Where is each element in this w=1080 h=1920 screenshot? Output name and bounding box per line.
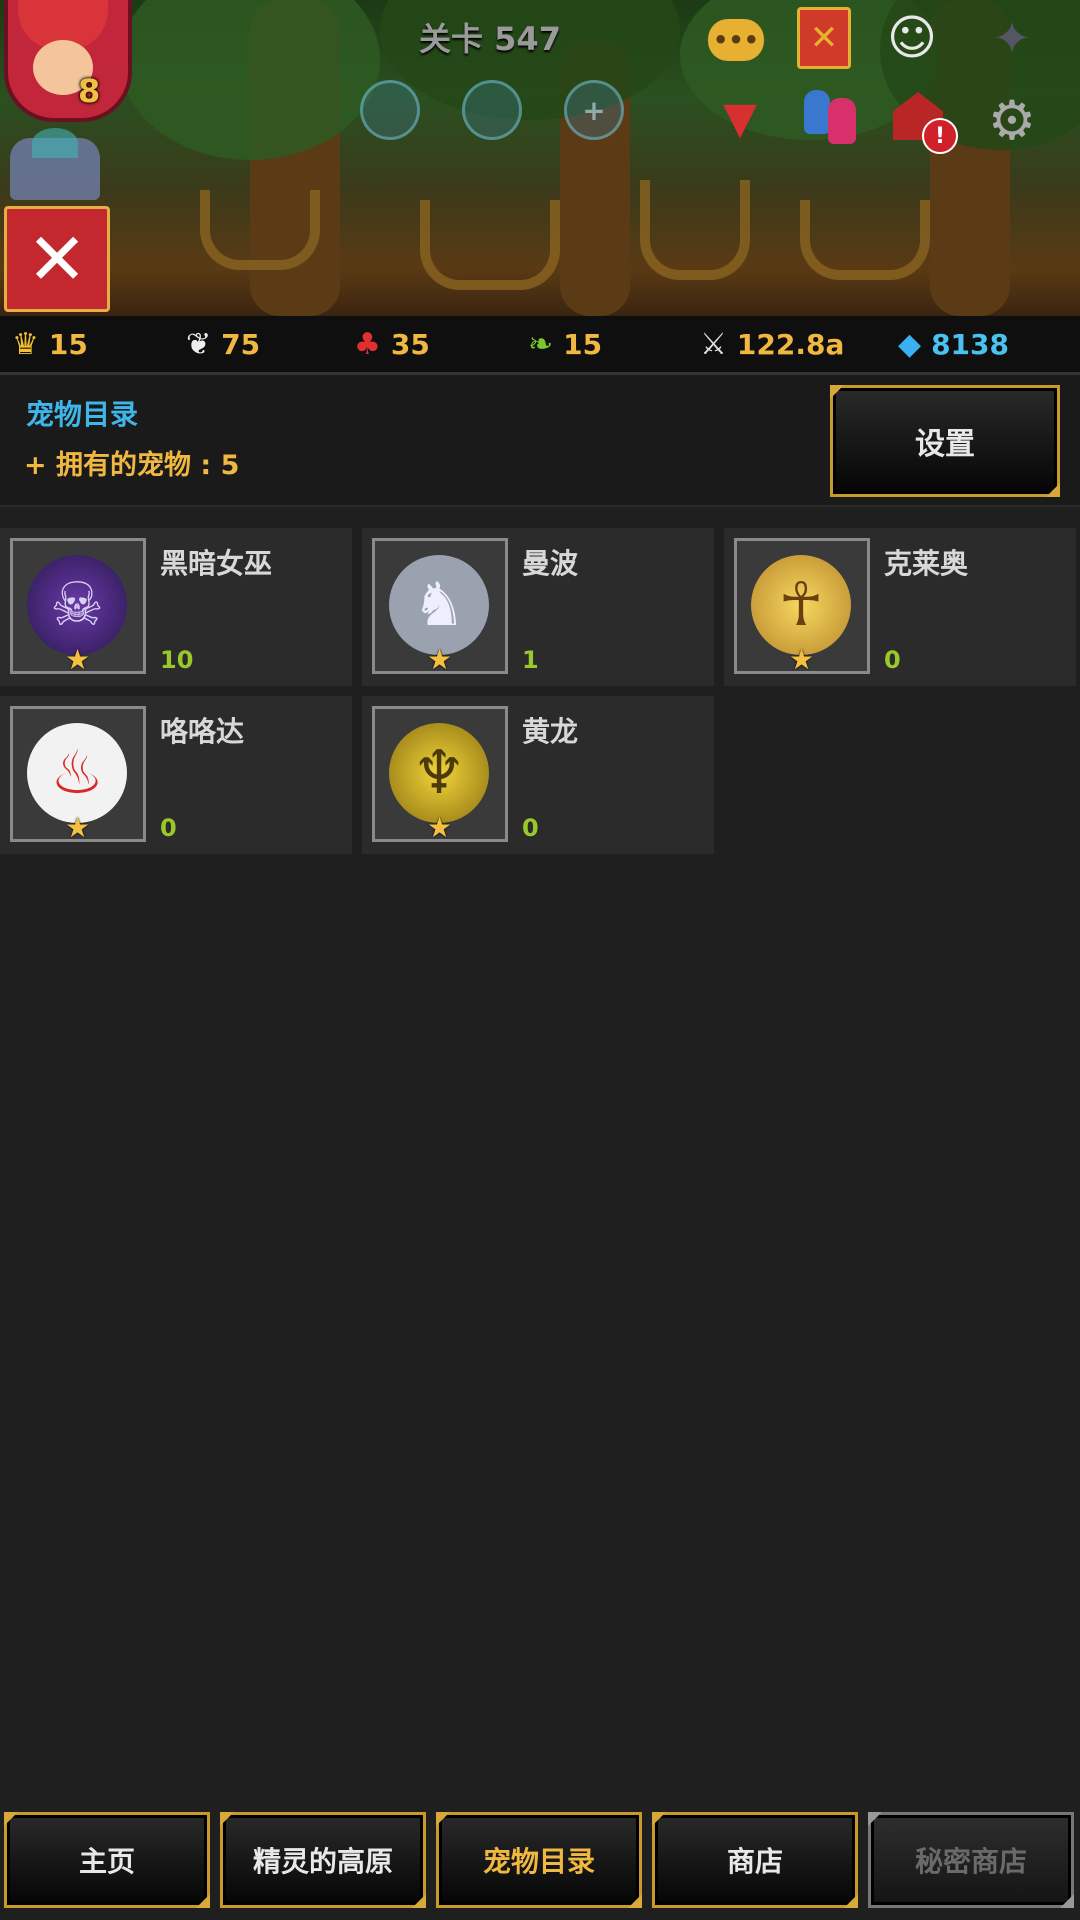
pet-count: 0	[160, 814, 177, 842]
skill-slot-2[interactable]	[462, 80, 522, 140]
bottom-navigation: 主页 精灵的高原 宠物目录 商店 秘密商店	[0, 1812, 1080, 1920]
alert-badge-icon: !	[922, 118, 958, 154]
resource-sword: ⚔ 122.8a	[700, 326, 845, 362]
sword-icon: ⚔	[700, 326, 727, 362]
chat-icon[interactable]: •••	[704, 8, 768, 72]
pet-count: 0	[884, 646, 901, 674]
partner-portrait[interactable]	[10, 128, 100, 200]
pet-card[interactable]: ♞ ★ 曼波 1	[362, 528, 714, 686]
star-icon: ★	[65, 811, 91, 842]
avatar-level-badge: 8	[78, 72, 101, 110]
pet-card[interactable]: ♆ ★ 黄龙 0	[362, 696, 714, 854]
close-button[interactable]: ✕	[4, 206, 110, 312]
pet-name: 咯咯达	[160, 715, 245, 748]
pet-card[interactable]: ☥ ★ 克莱奥 0	[724, 528, 1076, 686]
pet-name: 黄龙	[522, 715, 579, 748]
stage-title: 关卡 547	[419, 20, 561, 58]
game-scene: 关卡 547 8 ✕ + ••• ✕ ☺ ✦ ▼ ! ⚙	[0, 0, 1080, 316]
vine	[200, 190, 320, 270]
sprout-icon: ❧	[528, 326, 554, 362]
vine	[800, 200, 930, 280]
pet-thumbnail: ♨ ★	[10, 706, 146, 842]
red-fruit-icon: ♣	[354, 326, 381, 362]
rooster-art-icon: ♨	[27, 723, 127, 823]
elephant-art-icon: ♞	[389, 555, 489, 655]
event-banner-icon[interactable]: ✕	[792, 6, 856, 70]
diamond-icon: ◆	[898, 326, 922, 362]
skill-slot-1[interactable]	[360, 80, 420, 140]
pet-thumbnail: ☠ ★	[10, 538, 146, 674]
pet-thumbnail: ♞ ★	[372, 538, 508, 674]
star-icon: ★	[427, 643, 453, 674]
panel-title: 宠物目录	[26, 398, 139, 431]
pet-card[interactable]: ♨ ★ 咯咯达 0	[0, 696, 352, 854]
resource-bar: ♛ 15 ❦ 75 ♣ 35 ❧ 15 ⚔ 122.8a ◆ 8138	[0, 316, 1080, 375]
nav-shop-button[interactable]: 商店	[652, 1812, 858, 1908]
resource-fruit: ♣ 35	[354, 326, 430, 362]
raven-icon[interactable]: ✦	[980, 6, 1044, 70]
feather-icon: ❦	[186, 326, 212, 362]
angel-icon[interactable]: ☺	[880, 6, 944, 70]
resource-feather: ❦ 75	[186, 326, 261, 362]
resource-diamond: ◆ 8138	[898, 326, 1010, 362]
pet-thumbnail: ☥ ★	[734, 538, 870, 674]
nav-home-button[interactable]: 主页	[4, 1812, 210, 1908]
nav-highland-button[interactable]: 精灵的高原	[220, 1812, 426, 1908]
star-icon: ★	[65, 643, 91, 674]
resource-crown: ♛ 15	[12, 326, 88, 362]
nav-secret-shop-button[interactable]: 秘密商店	[868, 1812, 1074, 1908]
vine	[640, 180, 750, 280]
crown-icon: ♛	[12, 326, 39, 362]
nav-pet-catalog-button[interactable]: 宠物目录	[436, 1812, 642, 1908]
owned-pets-count: + 拥有的宠物 : 5	[24, 450, 240, 481]
pet-count: 1	[522, 646, 539, 674]
dropdown-arrow-icon[interactable]: ▼	[708, 86, 772, 150]
pet-name: 曼波	[522, 547, 579, 580]
pet-name: 黑暗女巫	[160, 547, 273, 580]
settings-button[interactable]: 设置	[830, 385, 1060, 497]
add-slot-button[interactable]: +	[564, 80, 624, 140]
pet-thumbnail: ♆ ★	[372, 706, 508, 842]
gear-icon[interactable]: ⚙	[980, 88, 1044, 152]
dragon-art-icon: ♆	[389, 723, 489, 823]
star-icon: ★	[789, 643, 815, 674]
pet-name: 克莱奥	[884, 547, 969, 580]
pharaoh-art-icon: ☥	[751, 555, 851, 655]
star-icon: ★	[427, 811, 453, 842]
friends-icon[interactable]	[798, 84, 862, 148]
player-avatar[interactable]	[4, 0, 132, 122]
resource-sprout: ❧ 15	[528, 326, 603, 362]
pet-card[interactable]: ☠ ★ 黑暗女巫 10	[0, 528, 352, 686]
pet-count: 10	[160, 646, 194, 674]
witch-art-icon: ☠	[27, 555, 127, 655]
vine	[420, 200, 560, 290]
foliage	[120, 0, 380, 160]
pet-count: 0	[522, 814, 539, 842]
house-icon[interactable]: !	[886, 84, 958, 154]
